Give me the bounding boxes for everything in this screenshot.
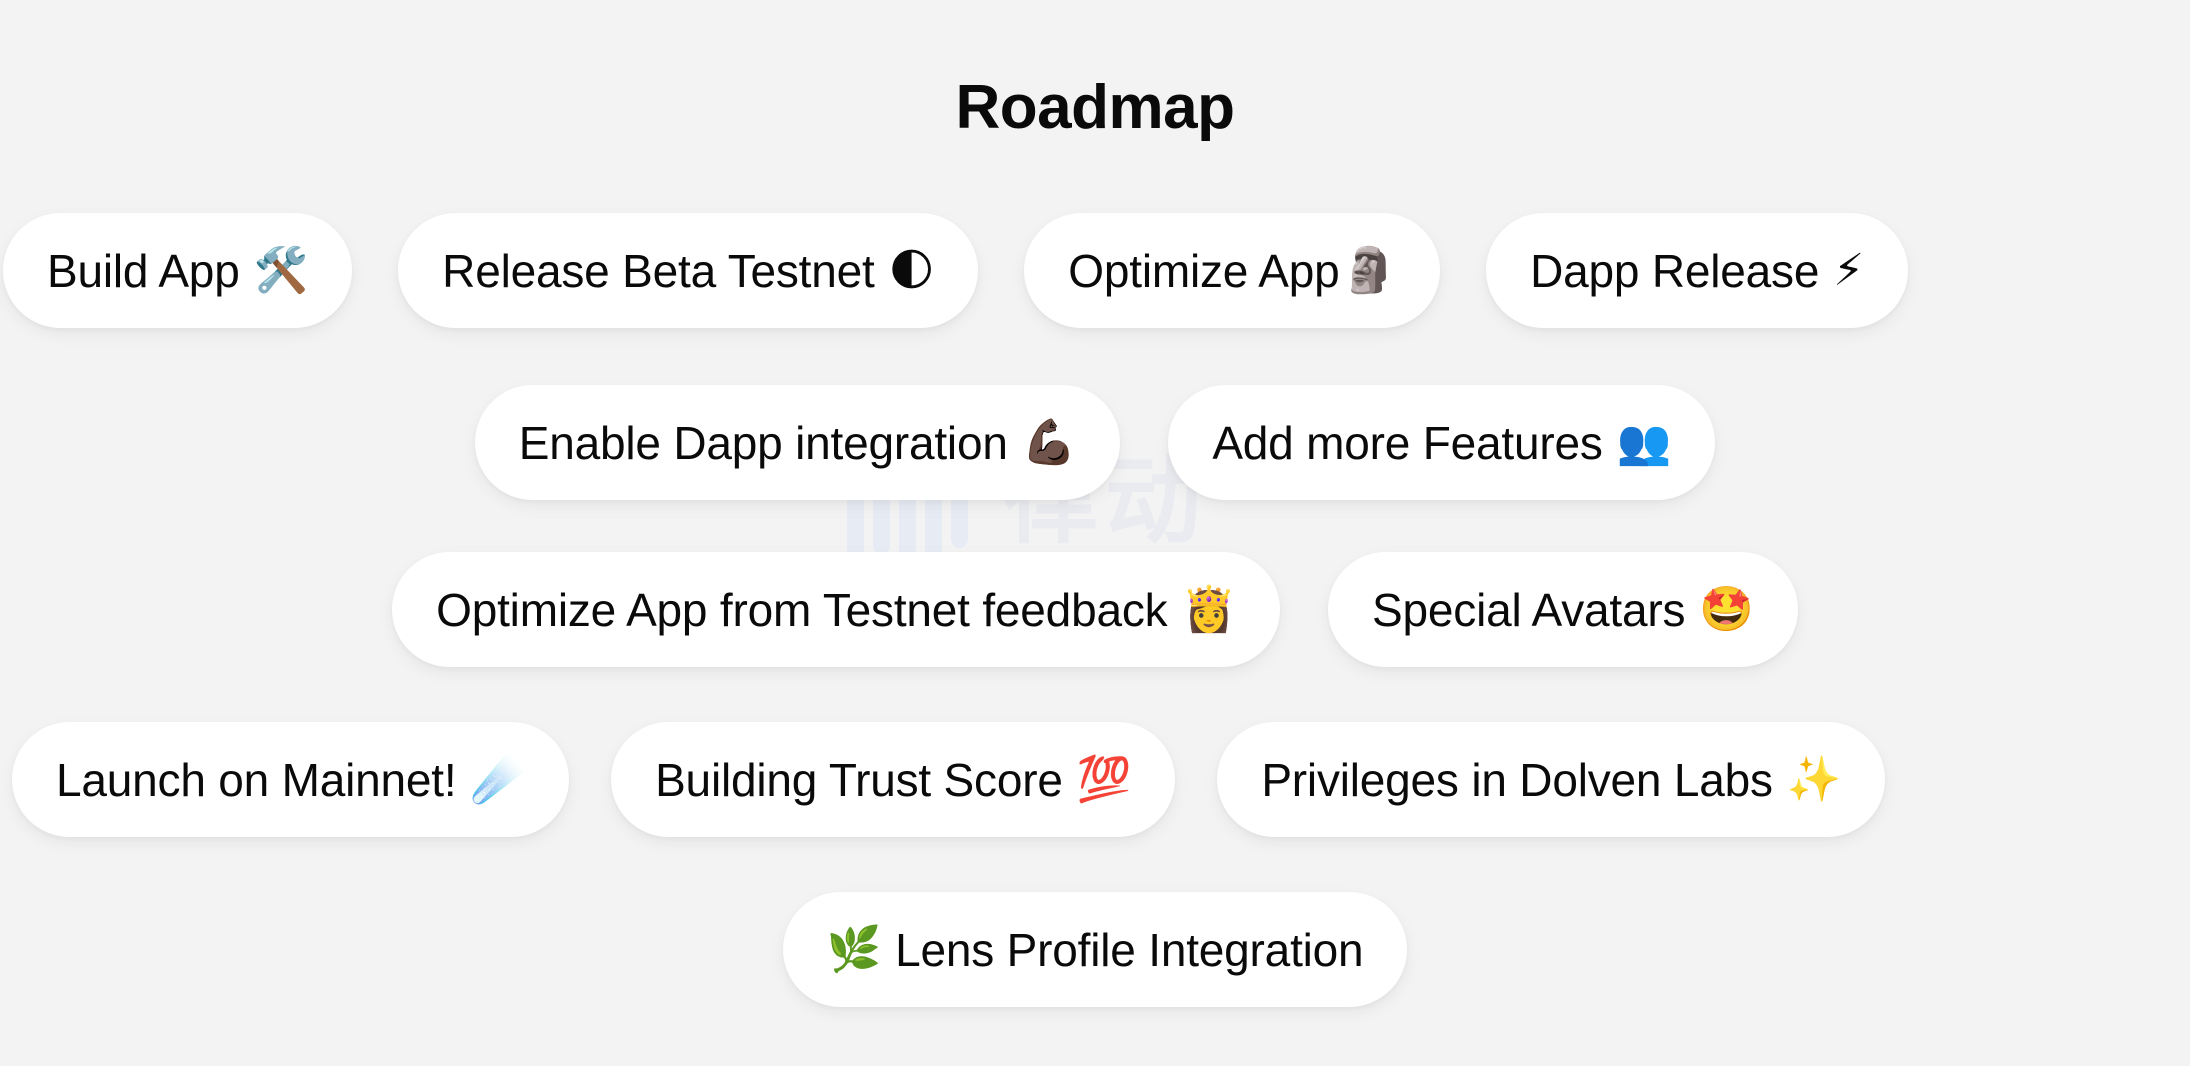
star-struck-icon: 🤩 — [1699, 588, 1754, 632]
roadmap-item-label: Optimize App from Testnet feedback — [436, 587, 1167, 633]
busts-in-silhouette-icon: 👥 — [1617, 421, 1672, 465]
roadmap-row-1: Build App 🛠️ Release Beta Testnet 🌓 Optimize… — [0, 213, 2190, 328]
roadmap-item-label: Enable Dapp integration — [519, 420, 1008, 466]
roadmap-item-label: Optimize App — [1068, 248, 1339, 294]
roadmap-item[interactable]: Special Avatars 🤩 — [1328, 552, 1798, 667]
sparkles-icon: ✨ — [1787, 758, 1842, 802]
herb-icon: 🌿 — [827, 928, 882, 972]
roadmap-item[interactable]: Privileges in Dolven Labs ✨ — [1217, 722, 1885, 837]
roadmap-row-2: Enable Dapp integration 💪🏿 Add more Featur… — [0, 385, 2190, 500]
roadmap-item[interactable]: 🌿 Lens Profile Integration — [783, 892, 1408, 1007]
roadmap-item[interactable]: Optimize App from Testnet feedback 👸 — [392, 552, 1280, 667]
roadmap-page: Roadmap Build App 🛠️ Release Beta Testnet 🌓… — [0, 0, 2190, 1066]
roadmap-item[interactable]: Build App 🛠️ — [3, 213, 352, 328]
roadmap-item[interactable]: Building Trust Score 💯 — [611, 722, 1175, 837]
first-quarter-moon-icon: 🌓 — [889, 249, 935, 293]
roadmap-item-label: Launch on Mainnet! — [56, 757, 456, 803]
roadmap-row-4: Launch on Mainnet! ☄️ Building Trust Score… — [0, 722, 2190, 837]
hundred-points-icon: 💯 — [1077, 758, 1132, 802]
roadmap-item-label: Privileges in Dolven Labs — [1261, 757, 1773, 803]
high-voltage-icon: ⚡ — [1833, 249, 1864, 293]
roadmap-item-label: Dapp Release — [1530, 248, 1819, 294]
moai-icon: 🗿 — [1341, 249, 1396, 293]
roadmap-item[interactable]: Enable Dapp integration 💪🏿 — [475, 385, 1121, 500]
hammer-and-wrench-icon: 🛠️ — [254, 249, 309, 293]
roadmap-item[interactable]: Dapp Release ⚡ — [1486, 213, 1908, 328]
roadmap-row-5: 🌿 Lens Profile Integration — [0, 892, 2190, 1007]
roadmap-item[interactable]: Optimize App🗿 — [1024, 213, 1440, 328]
roadmap-item-label: Special Avatars — [1372, 587, 1685, 633]
page-title: Roadmap — [0, 72, 2190, 143]
roadmap-item-label: Building Trust Score — [655, 757, 1063, 803]
roadmap-item[interactable]: Release Beta Testnet 🌓 — [398, 213, 978, 328]
princess-icon: 👸 — [1181, 588, 1236, 632]
flexed-biceps-icon: 💪🏿 — [1022, 421, 1077, 465]
roadmap-row-3: Optimize App from Testnet feedback 👸 Speci… — [0, 552, 2190, 667]
roadmap-item-label: Release Beta Testnet — [442, 248, 874, 294]
roadmap-item-label: Build App — [47, 248, 240, 294]
roadmap-item[interactable]: Launch on Mainnet! ☄️ — [12, 722, 569, 837]
comet-icon: ☄️ — [470, 758, 525, 802]
roadmap-item[interactable]: Add more Features 👥 — [1168, 385, 1715, 500]
roadmap-item-label: Lens Profile Integration — [895, 927, 1363, 973]
roadmap-item-label: Add more Features — [1212, 420, 1602, 466]
